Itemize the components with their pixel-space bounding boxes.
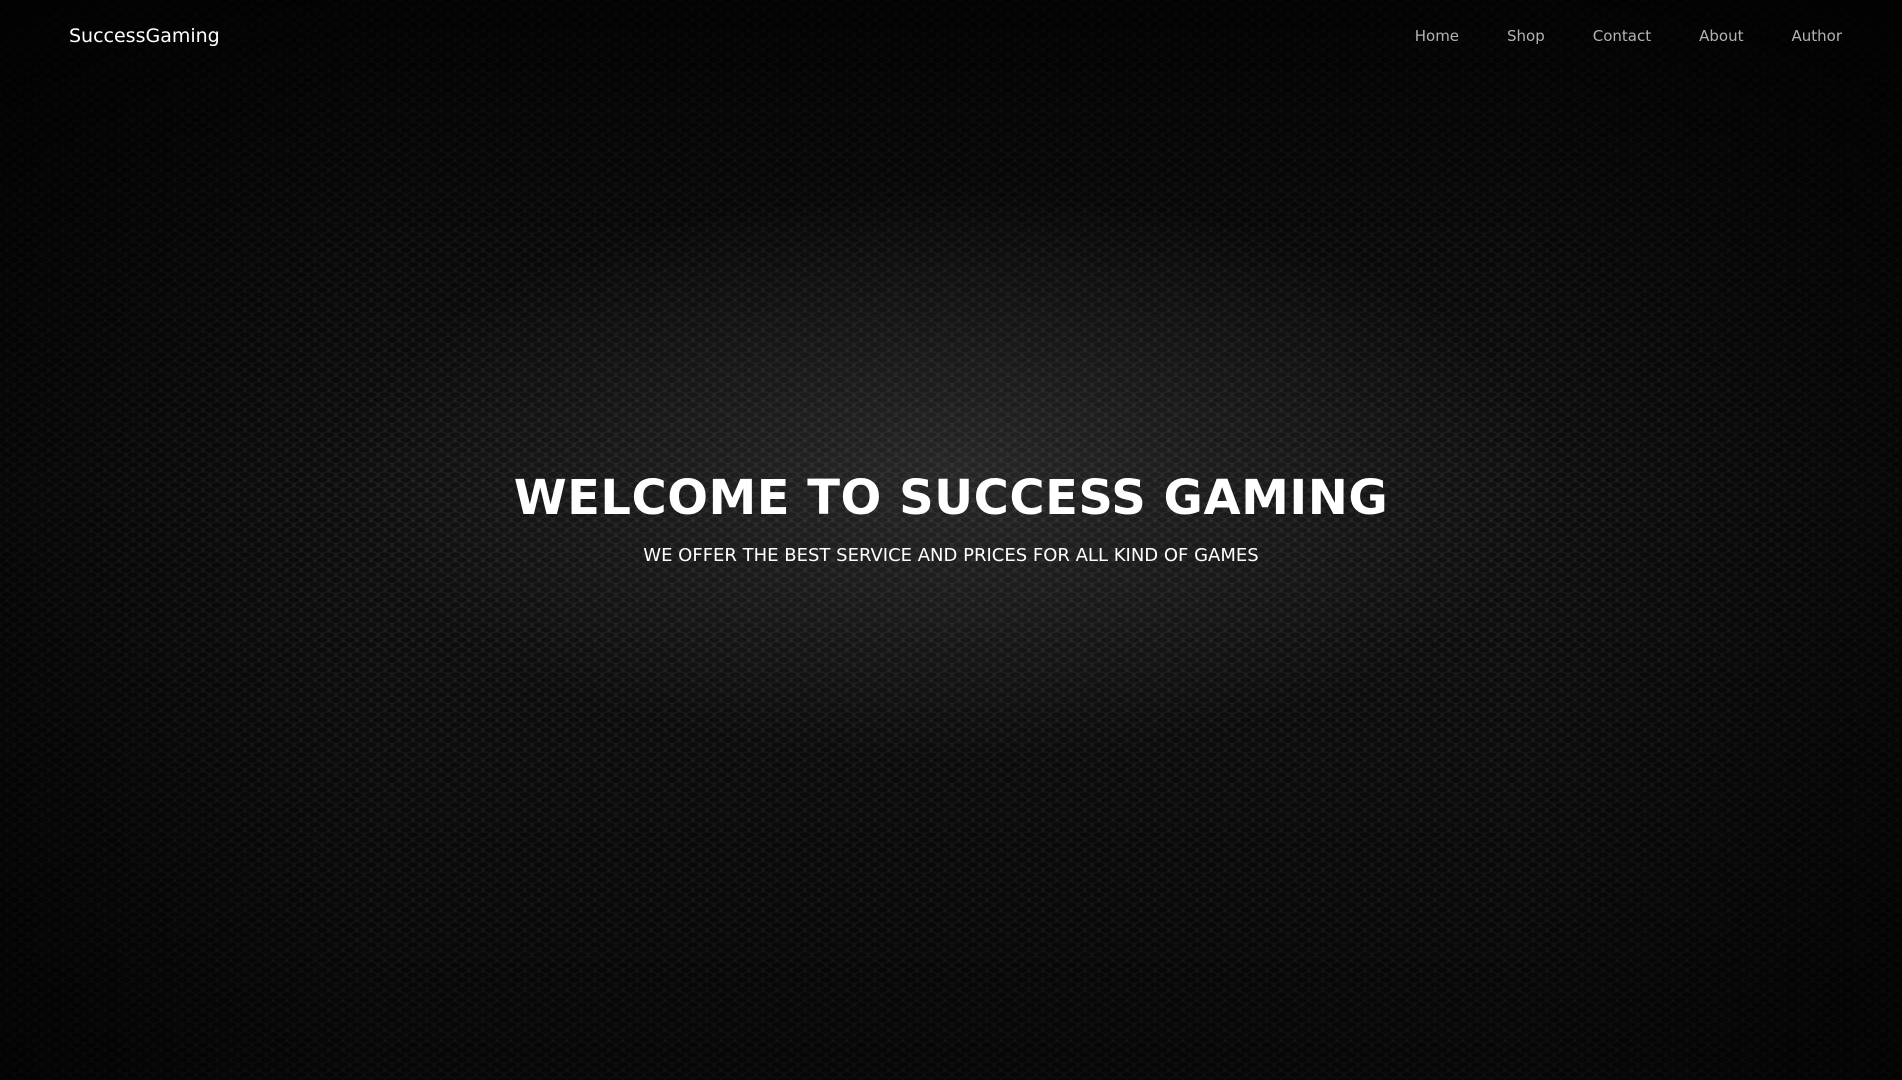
nav-link-author[interactable]: Author bbox=[1767, 27, 1842, 45]
nav-link-contact[interactable]: Contact bbox=[1569, 27, 1675, 45]
nav-links: Home Shop Contact About Author bbox=[1391, 27, 1842, 45]
nav-link-shop[interactable]: Shop bbox=[1483, 27, 1569, 45]
hero-title: WELCOME TO SUCCESS GAMING bbox=[513, 470, 1389, 526]
nav-link-about[interactable]: About bbox=[1675, 27, 1767, 45]
hero-content: WELCOME TO SUCCESS GAMING WE OFFER THE B… bbox=[0, 470, 1902, 570]
nav-link-home[interactable]: Home bbox=[1391, 27, 1483, 45]
brand-logo-link[interactable]: SuccessGaming bbox=[69, 25, 220, 47]
navbar: SuccessGaming Home Shop Contact About Au… bbox=[0, 0, 1902, 74]
hero-subtitle: WE OFFER THE BEST SERVICE AND PRICES FOR… bbox=[643, 545, 1259, 566]
